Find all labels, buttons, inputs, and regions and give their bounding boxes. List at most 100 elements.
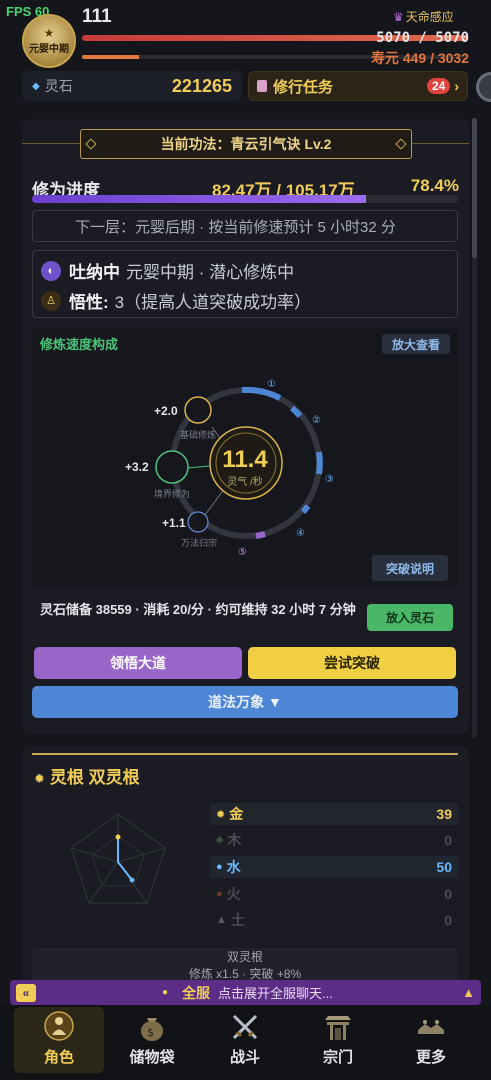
rock-icon: ▲ <box>216 914 227 926</box>
collapse-chat-icon[interactable]: « <box>16 983 36 1002</box>
task-count-badge: 24 <box>426 78 451 94</box>
chat-prompt-text: 点击展开全服聊天... <box>218 986 333 1001</box>
element-name: 金 <box>229 806 244 822</box>
source-value-base: +2.0 <box>154 404 178 418</box>
element-value: 50 <box>436 859 452 875</box>
nav-item-character[interactable]: 角色 <box>14 1007 104 1073</box>
sparkle-icon: ✹ <box>216 808 226 821</box>
spirit-stone-value: 221265 <box>171 75 232 96</box>
spirit-stone-display: ◆ 灵石 221265 <box>22 71 242 101</box>
ring-marker-4: ④ <box>296 528 305 539</box>
fate-button[interactable]: ♛ 天命感应 <box>393 8 454 25</box>
nav-label: 宗门 <box>322 1049 353 1066</box>
zoom-button[interactable]: 放大查看 <box>382 334 450 354</box>
state-key: 吐纳中 <box>69 263 120 282</box>
core-speed-value: 11.4 <box>222 446 268 473</box>
aptitude-text: 3（提高人道突破成功率） <box>114 293 312 312</box>
summary-line-1: 双灵根 <box>226 950 263 964</box>
next-layer-text: 下一层：元婴后期 · 按当前修速预计 5 小时32 分 <box>75 218 396 236</box>
element-name: 水 <box>226 859 241 875</box>
nav-label: 战斗 <box>229 1049 260 1066</box>
ring-marker-3: ③ <box>325 474 334 485</box>
lifespan-text: 寿元 449 / 3032 <box>370 50 469 66</box>
realm-badge: 元婴中期 <box>29 44 69 55</box>
breakthrough-explain-button[interactable]: 突破说明 <box>372 555 448 581</box>
hp-text: 5070 / 5070 <box>376 30 469 46</box>
element-value: 0 <box>444 832 452 848</box>
player-level: 111 <box>82 6 112 27</box>
side-menu-button[interactable] <box>476 72 491 102</box>
state-text: 元婴中期 · 潜心修炼中 <box>126 263 295 282</box>
ring-segment-5 <box>255 531 266 539</box>
element-value: 0 <box>444 886 452 902</box>
put-stone-button[interactable]: 放入灵石 <box>367 604 453 631</box>
spirit-root-title: ✹ 灵根 双灵根 <box>34 763 140 788</box>
source-value-wanfa: +1.1 <box>162 516 186 530</box>
expand-chat-icon[interactable]: ▲ <box>462 985 475 1000</box>
node-wanfa <box>187 511 209 533</box>
element-value: 39 <box>436 806 452 822</box>
current-technique[interactable]: 当前功法：青云引气诀 Lv.2 <box>80 129 412 159</box>
node-realm-cultivation <box>155 450 189 484</box>
element-name: 土 <box>230 912 245 928</box>
spirit-root-title-text: 灵根 双灵根 <box>49 768 140 787</box>
comprehend-dao-button[interactable]: 领悟大道 <box>34 647 242 679</box>
spirit-stone-label: 灵石 <box>44 78 73 94</box>
nav-item-more[interactable]: 更多 <box>386 1007 476 1073</box>
next-layer-info: 下一层：元婴后期 · 按当前修速预计 5 小时32 分 <box>32 210 458 242</box>
scrollbar-thumb[interactable] <box>472 118 477 258</box>
ring-marker-1: ① <box>267 379 276 390</box>
more-icon <box>418 1020 444 1034</box>
radar-point-water <box>129 877 135 883</box>
aptitude-key: 悟性: <box>69 293 109 312</box>
character-icon <box>44 1011 74 1041</box>
radar-axis <box>88 861 119 904</box>
ring-marker-5: ⑤ <box>238 547 247 558</box>
element-row-wood: ♣ 木 0 <box>210 829 458 851</box>
radar-axis <box>70 847 119 863</box>
connector-line <box>204 487 226 516</box>
cultivation-state-box: ◐ 吐纳中 元婴中期 · 潜心修炼中 ♙ 悟性: 3（提高人道突破成功率） <box>32 250 458 318</box>
speed-title: 修炼速度构成 <box>40 337 119 352</box>
nav-item-sect[interactable]: 宗门 <box>293 1007 383 1073</box>
nav-item-battle[interactable]: 战斗 <box>200 1007 290 1073</box>
figure-icon: ♙ <box>41 290 61 311</box>
element-row-water: ● 水 50 <box>210 856 458 878</box>
droplet-icon: ● <box>216 861 223 873</box>
element-value: 0 <box>444 912 452 928</box>
technique-label: 当前功法：青云引气诀 Lv.2 <box>160 136 332 152</box>
ring-segment-1 <box>241 386 282 401</box>
crown-icon: ♛ <box>393 10 404 24</box>
dot-icon: ● <box>162 987 169 998</box>
element-name: 火 <box>226 886 241 902</box>
sun-icon: ✹ <box>34 771 45 786</box>
gate-icon <box>325 1016 351 1040</box>
tree-icon: ♣ <box>216 834 224 846</box>
node-base-cultivation <box>184 396 212 424</box>
source-value-realm: +3.2 <box>125 460 149 474</box>
ring-marker-2: ② <box>312 415 321 426</box>
gem-icon: ◆ <box>32 80 40 92</box>
nav-label: 更多 <box>415 1049 446 1066</box>
nav-label: 储物袋 <box>129 1049 175 1066</box>
ring-segment-3 <box>316 451 323 475</box>
attempt-breakthrough-button[interactable]: 尝试突破 <box>248 647 456 679</box>
fate-label: 天命感应 <box>405 10 454 24</box>
cultivation-task-button[interactable]: 修行任务 24 › <box>248 71 468 101</box>
nav-item-bag[interactable]: $ 储物袋 <box>107 1007 197 1073</box>
chat-channel-tag: 全服 <box>182 984 211 1001</box>
radar-axis <box>117 847 166 863</box>
avatar[interactable]: ★ 元婴中期 <box>22 14 76 68</box>
task-label: 修行任务 <box>273 78 334 96</box>
source-label-wanfa: 万法归宗 <box>181 538 218 548</box>
element-radar-chart <box>70 813 166 904</box>
world-chat-bar[interactable]: « ● 全服 点击展开全服聊天... ▲ <box>10 980 481 1005</box>
dharma-dropdown-button[interactable]: 道法万象 ▼ <box>32 686 458 718</box>
progress-bar-fill <box>32 195 366 203</box>
element-row-earth: ▲ 土 0 <box>210 909 458 931</box>
core-speed-unit: 灵气 /秒 <box>227 477 263 488</box>
scroll-icon <box>257 80 267 92</box>
bag-icon: $ <box>141 1018 163 1041</box>
stone-reserve-text: 灵石储备 38559 · 消耗 20/分 · 约可维持 32 小时 7 分钟 <box>40 602 356 617</box>
crossed-swords-icon <box>232 1014 258 1040</box>
